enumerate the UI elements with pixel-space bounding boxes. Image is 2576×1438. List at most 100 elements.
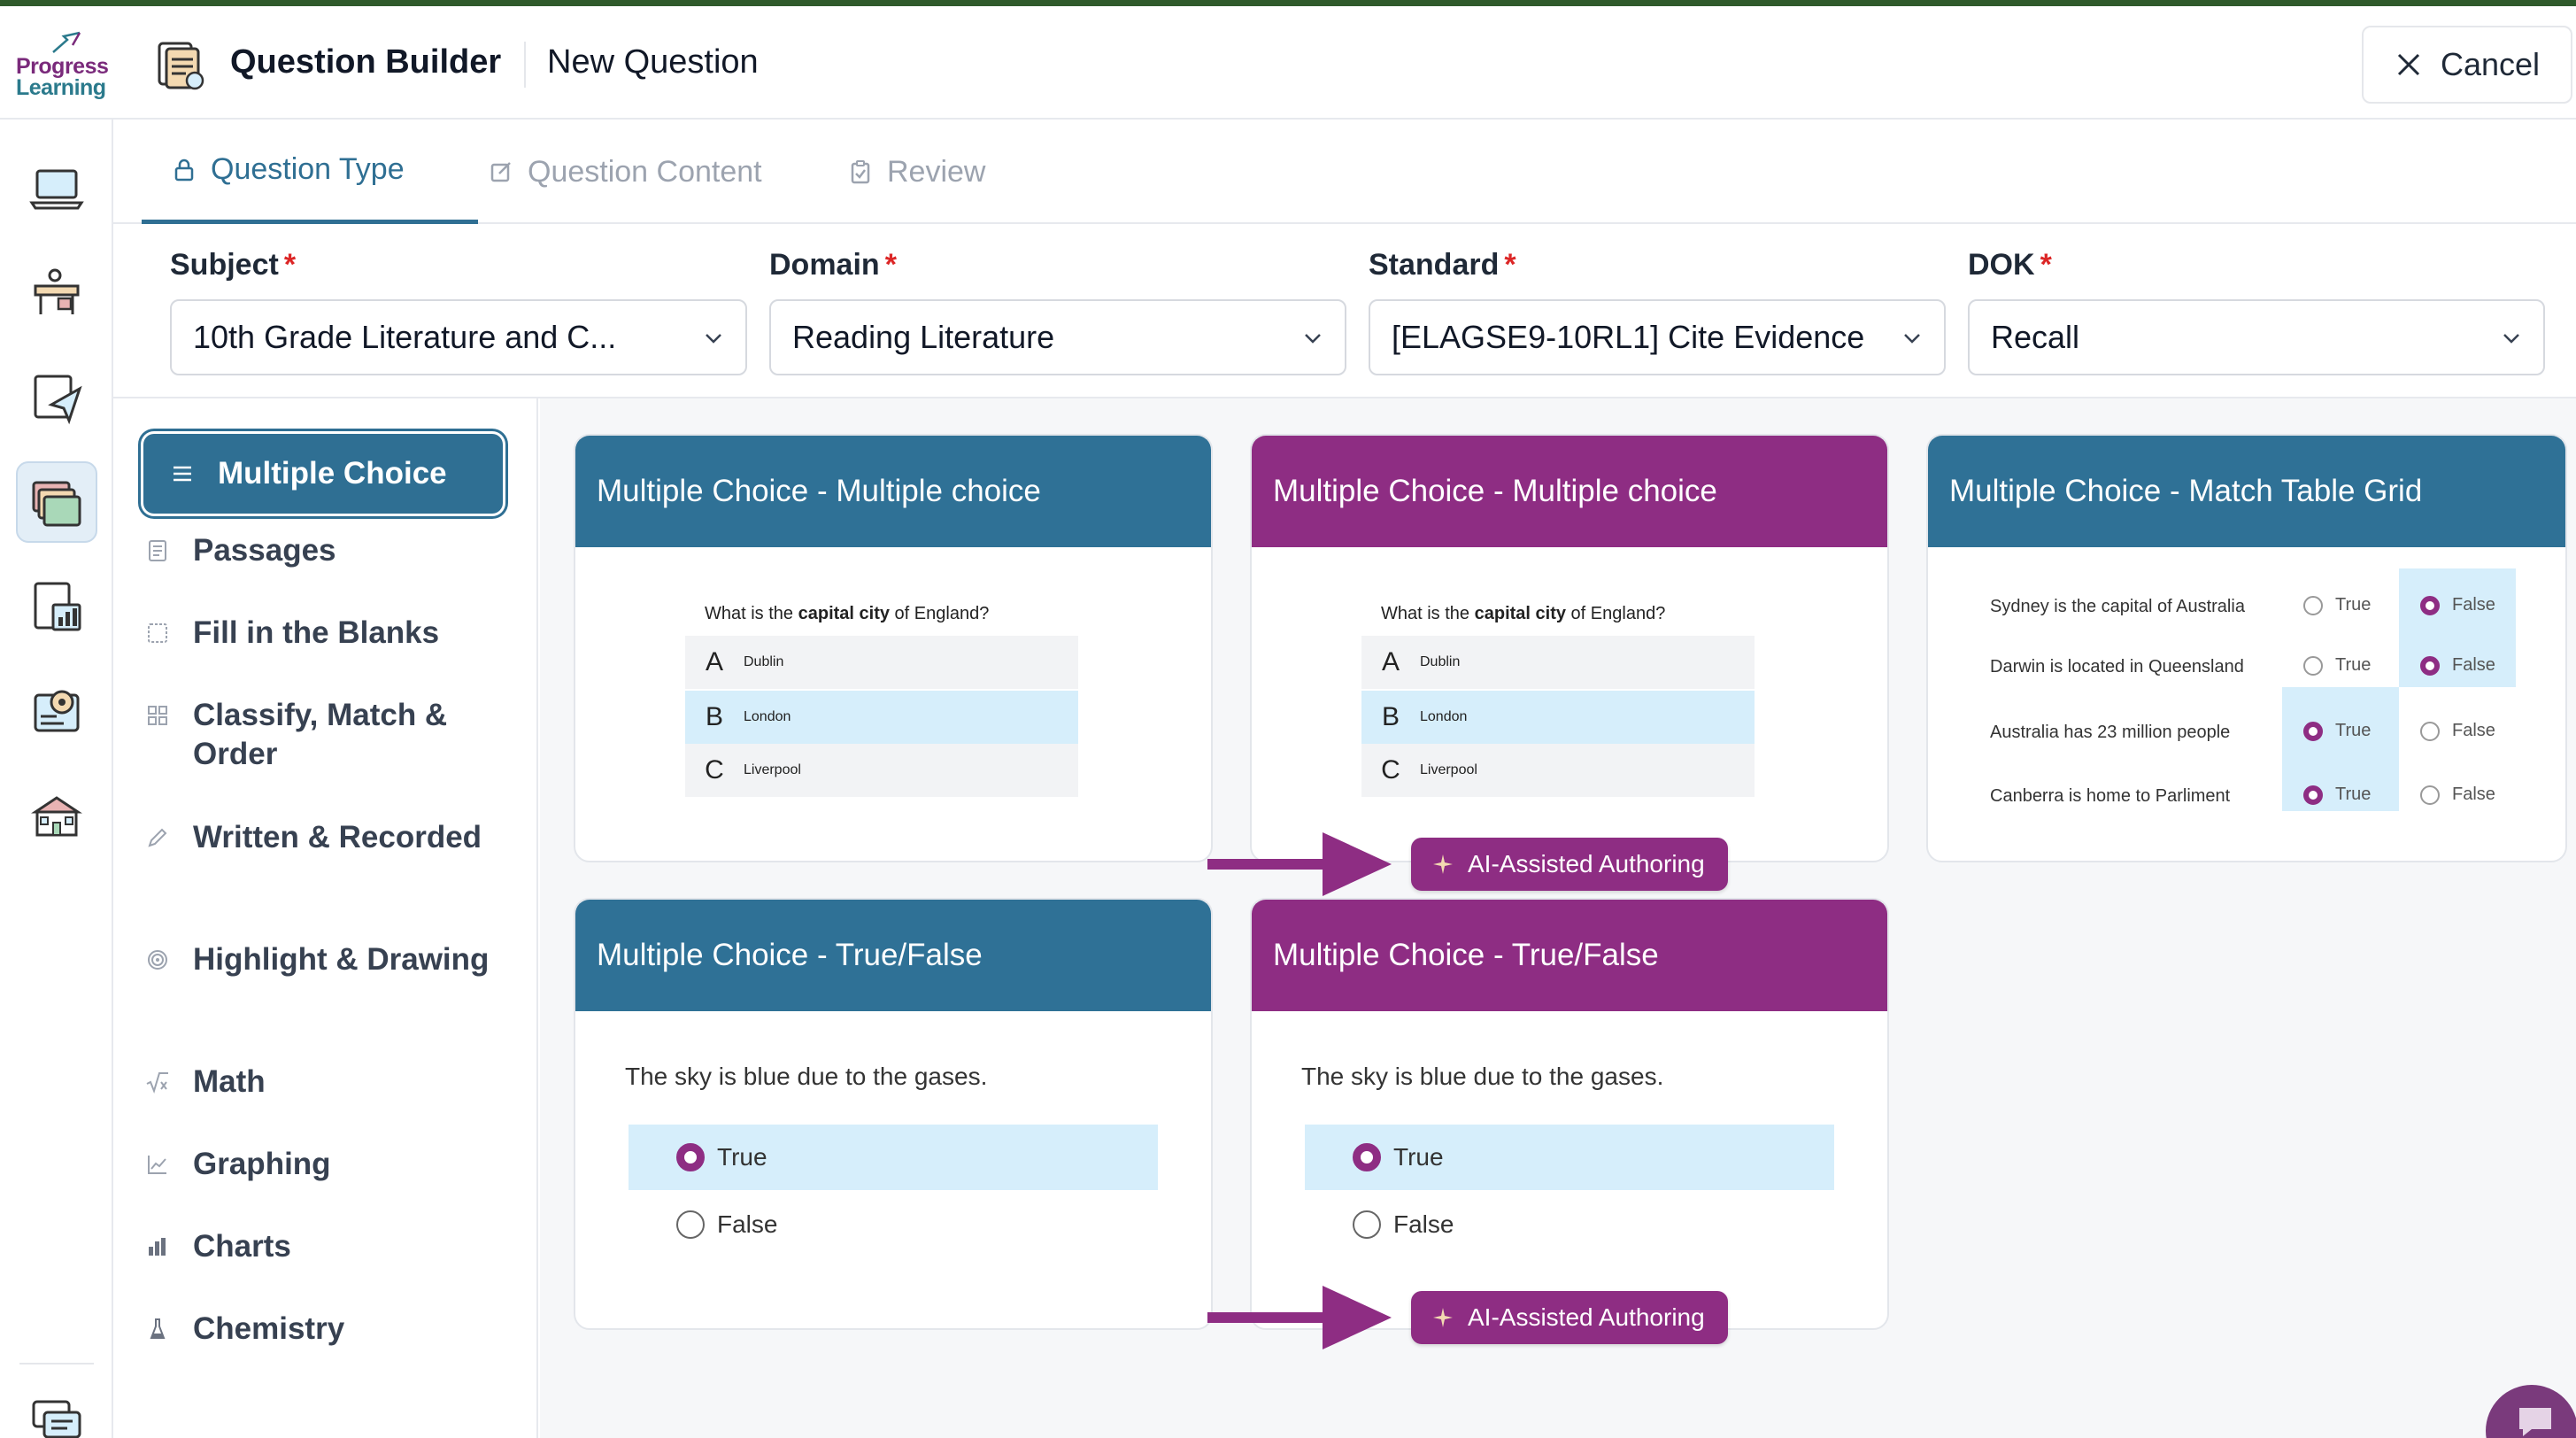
preview-option: A Dublin	[1361, 636, 1755, 689]
ai-badge-label: AI-Assisted Authoring	[1468, 850, 1705, 877]
subject-label: Subject *	[170, 248, 297, 282]
card-match-table-grid[interactable]: Multiple Choice - Match Table Grid Sydne…	[1926, 434, 2567, 862]
tab-review[interactable]: Review	[848, 120, 985, 224]
dok-label: DOK *	[1968, 248, 2052, 282]
top-accent-line	[0, 0, 2576, 6]
preview-option: False	[1305, 1192, 1834, 1257]
radio-icon	[2420, 785, 2440, 805]
category-fill-in-the-blanks[interactable]: Fill in the Blanks	[145, 614, 517, 653]
card-multiple-choice-standard[interactable]: Multiple Choice - Multiple choice What i…	[574, 434, 1213, 862]
tab-question-content[interactable]: Question Content	[489, 120, 762, 224]
edit-icon	[490, 162, 511, 182]
card-title: Multiple Choice - True/False	[1252, 900, 1887, 1011]
target-icon	[148, 950, 167, 970]
domain-select[interactable]: Reading Literature	[769, 299, 1346, 375]
preview-option-selected: B London	[1361, 691, 1755, 744]
preview-option-selected: B London	[685, 691, 1078, 744]
preview-option-selected: True	[1305, 1125, 1834, 1190]
card-true-false-standard[interactable]: Multiple Choice - True/False The sky is …	[574, 898, 1213, 1330]
question-category-list: Multiple Choice Passages Fill in the Bla…	[113, 398, 538, 1438]
classroom-desk-icon	[34, 268, 80, 314]
category-written-recorded[interactable]: Written & Recorded	[145, 818, 517, 857]
preview-option: C Liverpool	[685, 744, 1078, 797]
rail-item-classroom[interactable]	[16, 252, 97, 334]
rail-item-school[interactable]	[16, 775, 97, 856]
page-subtitle: New Question	[547, 43, 759, 81]
category-label: Written & Recorded	[193, 820, 482, 854]
close-icon	[2397, 53, 2420, 76]
chevron-down-icon	[1305, 334, 1321, 344]
builder-tabs: Question Type Question Content Review	[113, 120, 2576, 224]
domain-select-value: Reading Literature	[792, 319, 1055, 355]
grid-row-label: Australia has 23 million people	[1990, 723, 2231, 742]
category-charts[interactable]: Charts	[145, 1227, 517, 1266]
card-title: Multiple Choice - Match Table Grid	[1928, 436, 2565, 547]
category-math[interactable]: Math	[145, 1063, 517, 1102]
grid-option: True	[2303, 655, 2371, 676]
category-chemistry[interactable]: Chemistry	[145, 1310, 517, 1349]
category-label: Passages	[193, 533, 336, 568]
category-passages[interactable]: Passages	[145, 531, 517, 570]
category-multiple-choice[interactable]: Multiple Choice	[143, 434, 503, 514]
standard-select[interactable]: [ELAGSE9-10RL1] Cite Evidence	[1369, 299, 1946, 375]
logo-sparkle-icon	[52, 31, 81, 53]
category-label: Math	[193, 1064, 266, 1099]
rail-item-question-bank[interactable]	[16, 461, 97, 543]
radio-icon	[1353, 1210, 1381, 1239]
sparkle-icon	[1433, 1308, 1453, 1327]
app-header: Progress Learning Question Builder New Q…	[0, 6, 2576, 120]
laptop-icon	[29, 169, 84, 210]
left-nav-rail	[0, 120, 113, 1438]
radio-checked-icon	[2420, 655, 2440, 676]
card-title: Multiple Choice - True/False	[575, 900, 1211, 1011]
dok-select-value: Recall	[1991, 319, 2080, 355]
blank-box-icon	[148, 623, 167, 643]
preview-question: What is the capital city of England?	[1381, 604, 1666, 623]
rail-item-assignment[interactable]	[16, 357, 97, 438]
category-graphing[interactable]: Graphing	[145, 1145, 517, 1184]
grid-option-selected: True	[2303, 785, 2371, 805]
chevron-down-icon	[706, 334, 721, 344]
radio-checked-icon	[676, 1143, 705, 1171]
category-label: Chemistry	[193, 1311, 345, 1346]
tab-question-type-label: Question Type	[211, 152, 405, 186]
square-root-icon	[146, 1072, 168, 1094]
card-true-false-ai[interactable]: Multiple Choice - True/False The sky is …	[1250, 898, 1889, 1330]
rail-item-settings-doc[interactable]	[16, 670, 97, 752]
rail-divider	[19, 1363, 94, 1365]
preview-question: What is the capital city of England?	[705, 604, 990, 623]
assignment-send-icon	[34, 375, 82, 425]
radio-checked-icon	[2303, 785, 2323, 805]
card-multiple-choice-ai[interactable]: Multiple Choice - Multiple choice What i…	[1250, 434, 1889, 862]
category-highlight-drawing[interactable]: Highlight & Drawing	[145, 940, 517, 979]
question-builder-icon	[158, 42, 204, 90]
progress-learning-logo[interactable]: Progress Learning	[16, 31, 109, 102]
chevron-down-icon	[1904, 334, 1920, 344]
rail-item-laptop[interactable]	[16, 148, 97, 229]
clipboard-icon	[851, 160, 870, 184]
pencil-icon	[148, 828, 167, 847]
chat-feedback-icon	[32, 1400, 81, 1438]
tab-question-content-label: Question Content	[528, 154, 762, 189]
report-chart-icon	[34, 582, 81, 631]
preview-option: A Dublin	[685, 636, 1078, 689]
tab-question-type[interactable]: Question Type	[142, 120, 478, 224]
domain-label: Domain *	[769, 248, 897, 282]
chevron-down-icon	[2503, 334, 2519, 344]
grid-option: False	[2420, 785, 2495, 805]
ai-assisted-authoring-badge: AI-Assisted Authoring	[1411, 1291, 1728, 1344]
subject-select[interactable]: 10th Grade Literature and C...	[170, 299, 747, 375]
rail-item-feedback[interactable]	[16, 1380, 97, 1438]
radio-checked-icon	[2303, 721, 2323, 741]
ai-assisted-authoring-badge: AI-Assisted Authoring	[1411, 838, 1728, 891]
preview-option-selected: True	[629, 1125, 1158, 1190]
category-classify-match-order[interactable]: Classify, Match & Order	[145, 696, 517, 774]
grid-row-label: Canberra is home to Parliment	[1990, 786, 2231, 806]
cancel-button[interactable]: Cancel	[2362, 26, 2572, 104]
radio-checked-icon	[1353, 1143, 1381, 1171]
logo-text-learning: Learning	[16, 75, 106, 100]
preview-option: False	[629, 1192, 1158, 1257]
dok-select[interactable]: Recall	[1968, 299, 2545, 375]
rail-item-reports[interactable]	[16, 566, 97, 647]
grid-option-selected: False	[2420, 595, 2495, 615]
